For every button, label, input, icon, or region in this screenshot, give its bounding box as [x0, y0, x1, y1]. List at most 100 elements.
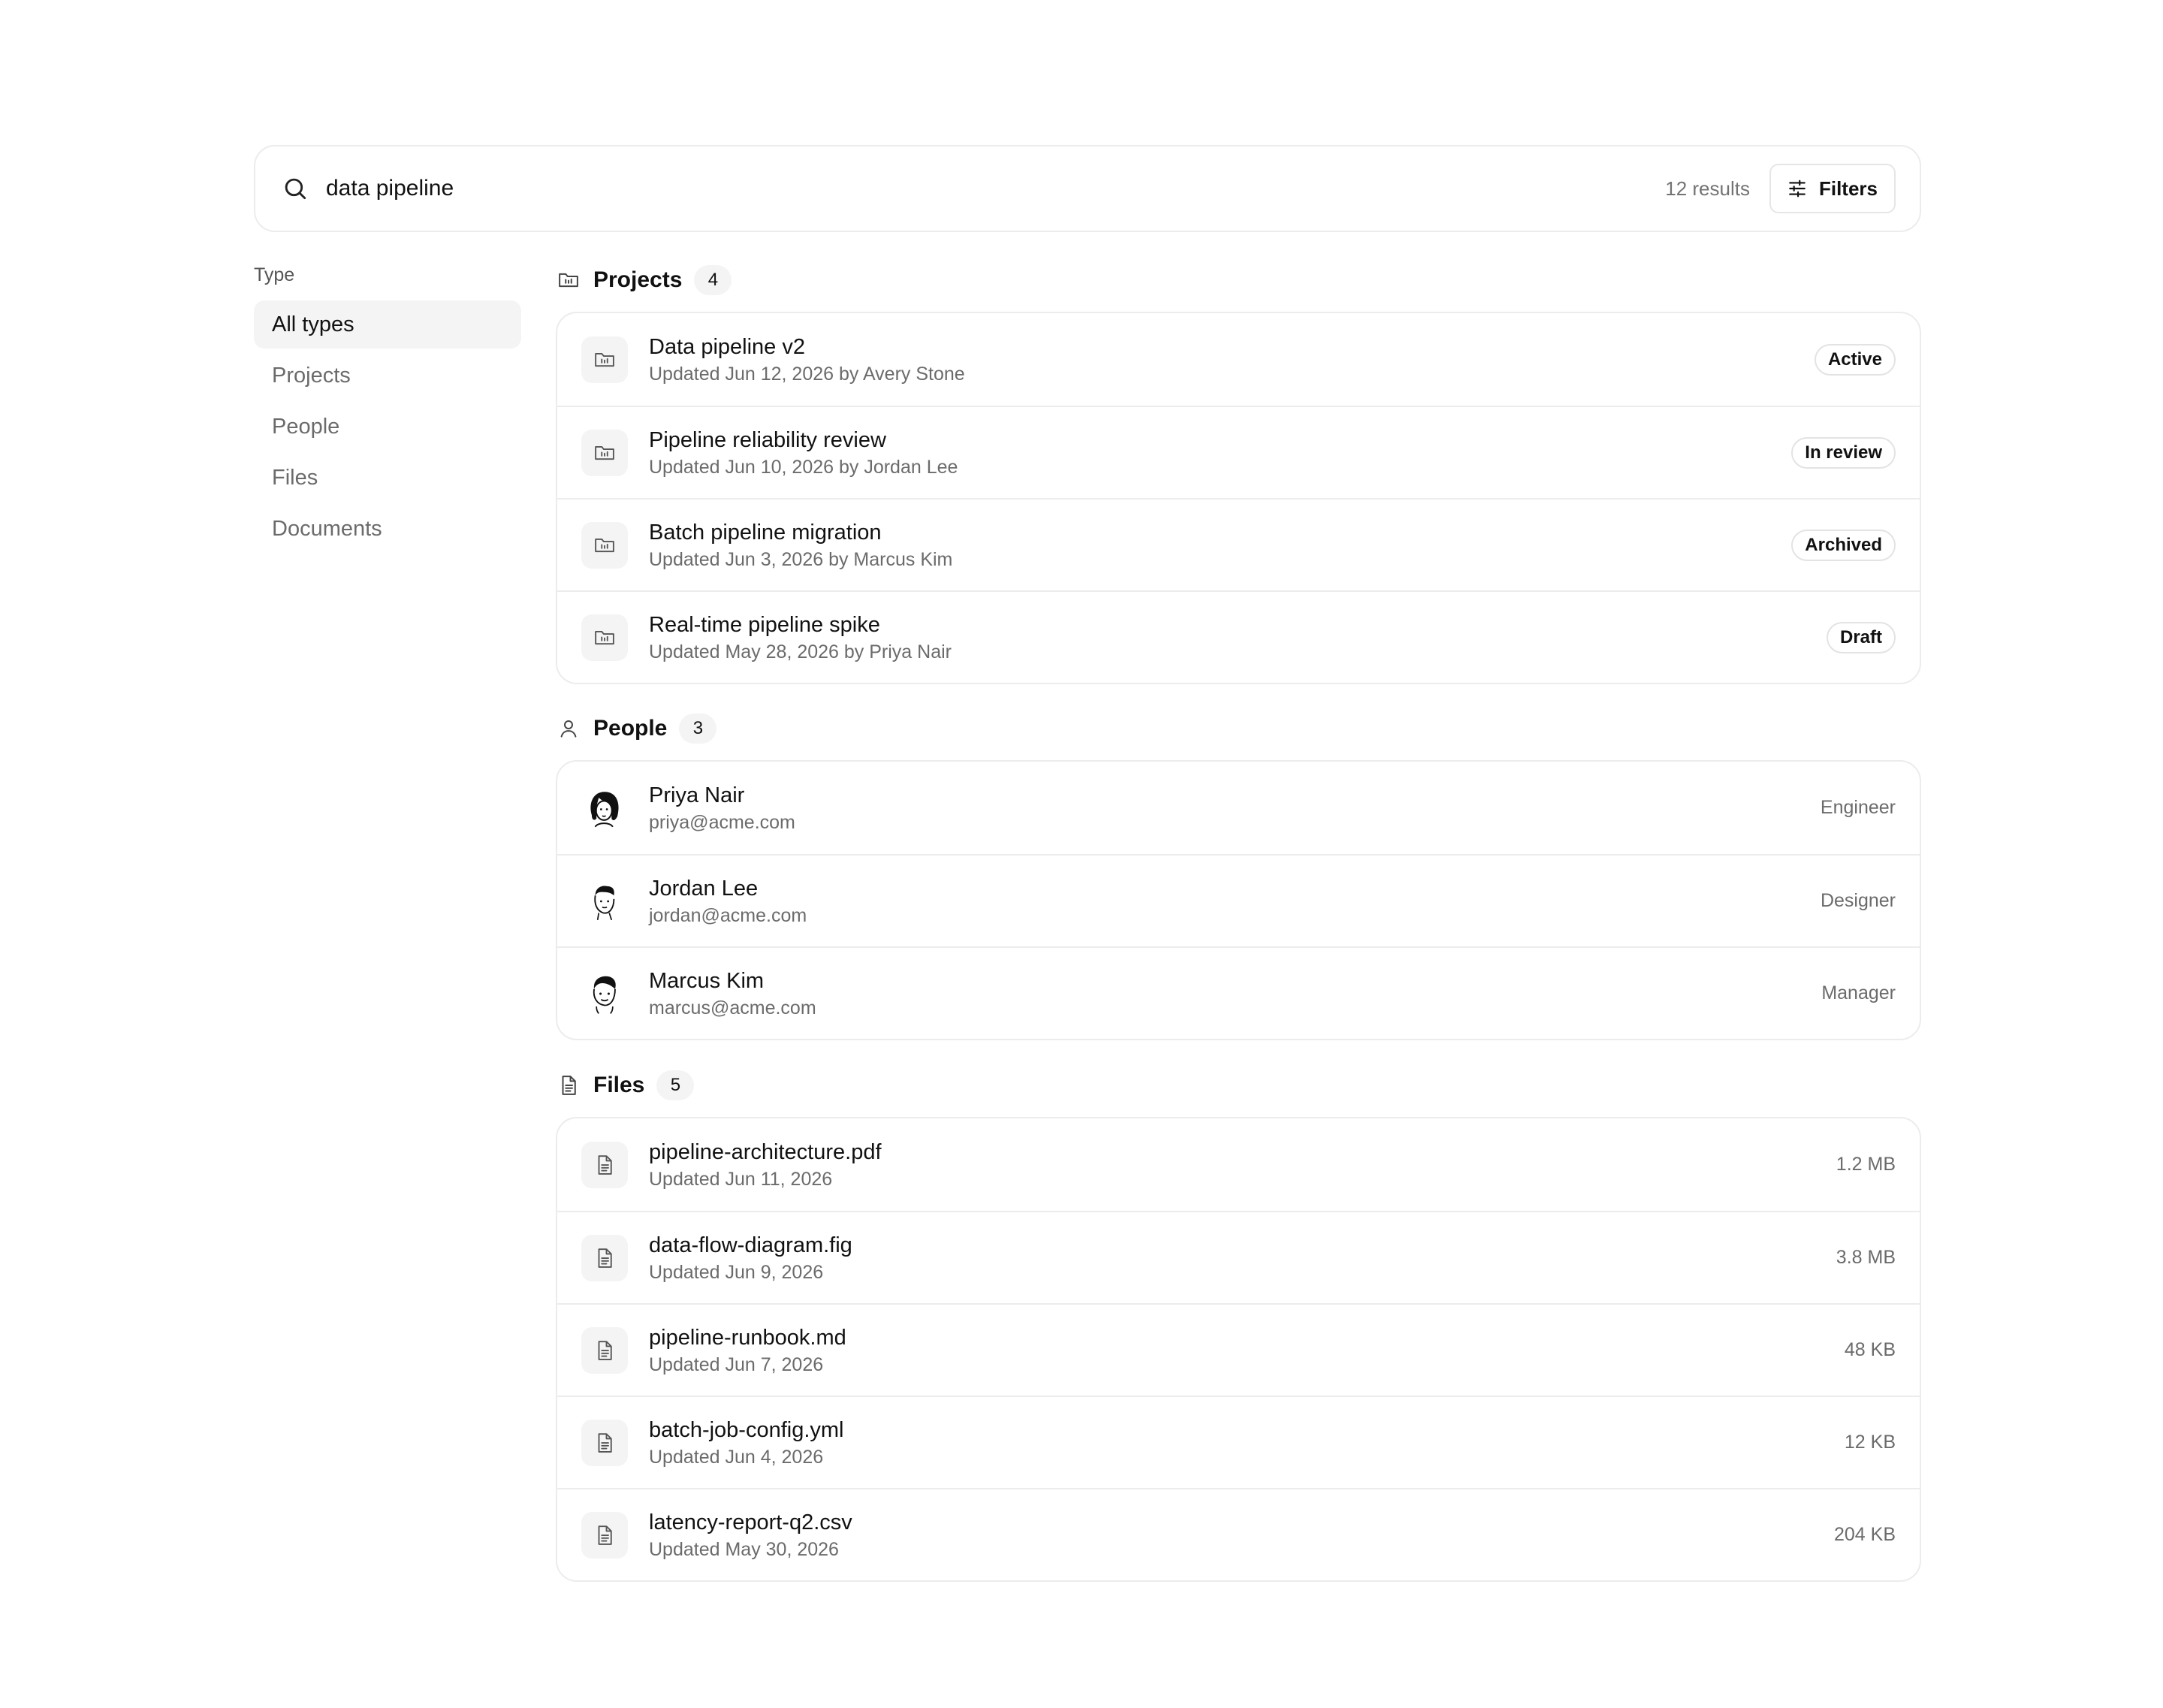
person-row[interactable]: Priya Nair priya@acme.com Engineer: [557, 762, 1920, 854]
person-email: jordan@acme.com: [649, 904, 807, 926]
file-size: 3.8 MB: [1836, 1247, 1896, 1268]
file-row[interactable]: pipeline-runbook.md Updated Jun 7, 2026 …: [557, 1303, 1920, 1396]
file-updated: Updated Jun 4, 2026: [649, 1446, 824, 1468]
people-list: Priya Nair priya@acme.com Engineer Jorda…: [556, 760, 1921, 1040]
file-name: pipeline-architecture.pdf: [649, 1139, 882, 1164]
search-input[interactable]: [326, 166, 1666, 211]
file-size: 48 KB: [1844, 1339, 1896, 1360]
file-updated: Updated Jun 11, 2026: [649, 1168, 833, 1190]
folder-icon: [595, 445, 614, 460]
file-name: batch-job-config.yml: [649, 1417, 844, 1442]
type-sidebar: Type All types Projects People Files Doc…: [254, 259, 521, 556]
section-title: Projects: [593, 267, 683, 292]
section-header-people: People 3: [556, 712, 1921, 745]
person-email: priya@acme.com: [649, 811, 795, 833]
project-title: Pipeline reliability review: [649, 427, 886, 452]
file-icon-box: [581, 1141, 628, 1188]
project-icon-box: [581, 429, 628, 476]
sidebar-item-projects[interactable]: Projects: [254, 352, 521, 400]
project-title: Batch pipeline migration: [649, 520, 882, 545]
user-icon: [560, 720, 577, 738]
search-bar: 12 results Filters: [254, 145, 1921, 232]
sliders-icon: [1789, 180, 1806, 198]
sidebar-item-documents[interactable]: Documents: [254, 505, 521, 553]
file-icon-box: [581, 1234, 628, 1281]
file-icon: [598, 1340, 612, 1360]
file-updated: Updated May 30, 2026: [649, 1538, 839, 1560]
file-name: data-flow-diagram.fig: [649, 1233, 852, 1257]
person-name: Priya Nair: [649, 783, 745, 807]
sidebar-item-all-types[interactable]: All types: [254, 300, 521, 349]
file-icon-box: [581, 1326, 628, 1374]
person-name: Jordan Lee: [649, 876, 759, 901]
project-title: Data pipeline v2: [649, 334, 805, 359]
person-name: Marcus Kim: [649, 968, 765, 993]
projects-list: Data pipeline v2 Updated Jun 12, 2026 by…: [556, 312, 1921, 684]
project-icon-box: [581, 521, 628, 569]
project-title: Real-time pipeline spike: [649, 612, 880, 637]
file-updated: Updated Jun 9, 2026: [649, 1261, 824, 1283]
avatar: [594, 885, 615, 920]
status-badge: Archived: [1791, 529, 1896, 561]
avatar: [593, 976, 616, 1014]
section-title: Files: [593, 1073, 645, 1097]
file-row[interactable]: pipeline-architecture.pdf Updated Jun 11…: [557, 1118, 1920, 1211]
filters-button[interactable]: Filters: [1769, 164, 1896, 213]
file-icon: [598, 1248, 612, 1268]
file-icon: [598, 1525, 612, 1545]
files-section: Files 5 pipeline-architecture.pdf Update…: [556, 1069, 1921, 1582]
person-row[interactable]: Marcus Kim marcus@acme.com Manager: [557, 946, 1920, 1039]
section-title: People: [593, 716, 668, 741]
file-row[interactable]: batch-job-config.yml Updated Jun 4, 2026…: [557, 1396, 1920, 1488]
search-icon: [285, 178, 306, 200]
file-updated: Updated Jun 7, 2026: [649, 1353, 824, 1375]
avatar: [590, 791, 619, 827]
person-role: Engineer: [1820, 797, 1896, 818]
project-row[interactable]: Pipeline reliability review Updated Jun …: [557, 406, 1920, 498]
person-email: marcus@acme.com: [649, 997, 816, 1018]
file-icon-box: [581, 1419, 628, 1466]
people-section: People 3 Priya Nair priya@acme.com Engin…: [556, 712, 1921, 1040]
sidebar-item-files[interactable]: Files: [254, 454, 521, 502]
file-size: 204 KB: [1833, 1524, 1896, 1545]
section-header-files: Files 5: [556, 1069, 1921, 1102]
file-size: 12 KB: [1844, 1432, 1896, 1453]
file-icon: [598, 1154, 612, 1175]
project-row[interactable]: Real-time pipeline spike Updated May 28,…: [557, 590, 1920, 683]
folder-icon: [595, 352, 614, 367]
person-row[interactable]: Jordan Lee jordan@acme.com Designer: [557, 854, 1920, 946]
person-role: Designer: [1820, 890, 1896, 911]
folder-icon: [595, 630, 614, 644]
status-badge: In review: [1791, 436, 1896, 469]
result-count: 12 results: [1665, 177, 1750, 200]
status-badge: Draft: [1826, 621, 1896, 653]
project-icon-box: [581, 614, 628, 661]
project-subtitle: Updated Jun 12, 2026 by Avery Stone: [649, 363, 965, 385]
status-badge: Active: [1814, 343, 1896, 376]
count-badge: 5: [656, 1070, 695, 1100]
file-icon: [598, 1432, 612, 1453]
project-row[interactable]: Data pipeline v2 Updated Jun 12, 2026 by…: [557, 313, 1920, 406]
file-row[interactable]: latency-report-q2.csv Updated May 30, 20…: [557, 1488, 1920, 1580]
project-subtitle: Updated Jun 10, 2026 by Jordan Lee: [649, 456, 958, 478]
file-name: pipeline-runbook.md: [649, 1325, 846, 1350]
project-subtitle: Updated Jun 3, 2026 by Marcus Kim: [649, 548, 953, 570]
sidebar-heading: Type: [254, 264, 295, 285]
project-row[interactable]: Batch pipeline migration Updated Jun 3, …: [557, 498, 1920, 590]
filters-label: Filters: [1818, 177, 1878, 200]
project-icon-box: [581, 336, 628, 383]
folder-icon: [595, 538, 614, 552]
file-row[interactable]: data-flow-diagram.fig Updated Jun 9, 202…: [557, 1211, 1920, 1303]
sidebar-item-people[interactable]: People: [254, 403, 521, 451]
file-size: 1.2 MB: [1836, 1154, 1896, 1175]
file-icon: [562, 1076, 576, 1095]
section-header-projects: Projects 4: [556, 264, 1921, 297]
count-badge: 3: [679, 714, 717, 744]
type-filter-list: All types Projects People Files Document…: [254, 300, 521, 553]
projects-section: Projects 4 Data pipeline v2 Updated Jun …: [556, 264, 1921, 684]
count-badge: 4: [694, 265, 732, 295]
folder-icon: [559, 273, 578, 288]
person-role: Manager: [1821, 982, 1896, 1003]
files-list: pipeline-architecture.pdf Updated Jun 11…: [556, 1117, 1921, 1582]
file-name: latency-report-q2.csv: [649, 1510, 852, 1534]
